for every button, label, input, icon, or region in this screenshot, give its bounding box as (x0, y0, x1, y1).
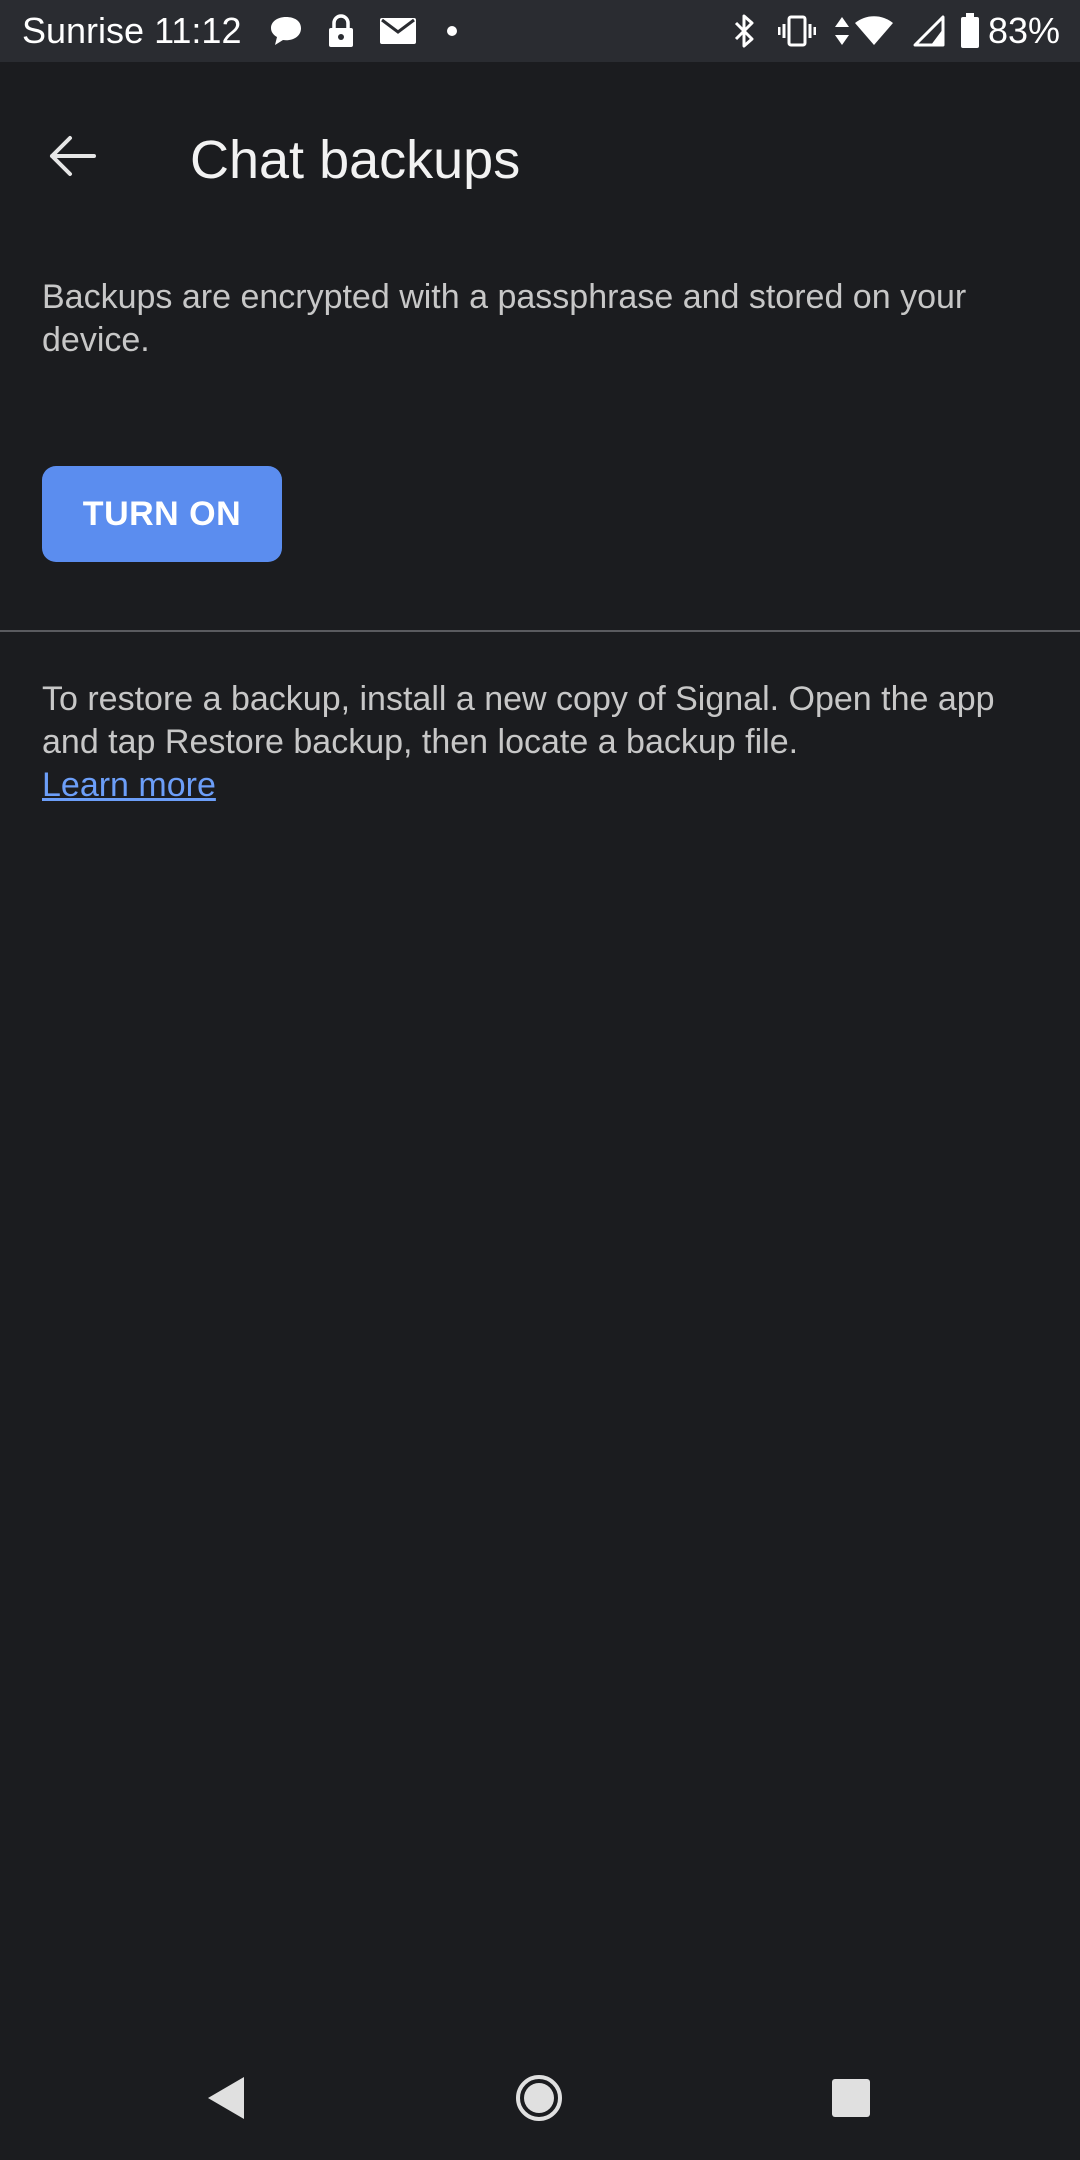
navigation-bar (0, 2040, 1080, 2160)
page-title: Chat backups (190, 130, 521, 190)
status-left: Sunrise 11:12 (22, 0, 458, 62)
status-bar: Sunrise 11:12 83% (0, 0, 1080, 62)
arrow-left-icon (48, 135, 96, 182)
chat-bubble-icon (269, 0, 303, 62)
turn-on-button[interactable]: TURN ON (42, 466, 282, 562)
battery-level: 83% (987, 10, 1060, 51)
status-right: 83% (732, 0, 1060, 62)
battery-icon (960, 0, 980, 62)
vibrate-icon (777, 0, 816, 62)
carrier-name: Sunrise (22, 10, 145, 51)
nav-back-button[interactable] (166, 2040, 286, 2160)
nav-home-button[interactable] (479, 2040, 599, 2160)
clock: 11:12 (154, 10, 242, 51)
nav-recents-button[interactable] (791, 2040, 911, 2160)
recents-square-icon (831, 2078, 871, 2123)
back-triangle-icon (206, 2075, 246, 2126)
mail-icon (379, 0, 417, 62)
restore-info: To restore a backup, install a new copy … (42, 678, 1052, 807)
divider (0, 630, 1080, 632)
data-arrows-icon (834, 0, 850, 62)
restore-text: To restore a backup, install a new copy … (42, 680, 995, 761)
cell-signal-icon (912, 0, 946, 62)
lock-icon (327, 0, 355, 62)
back-button[interactable] (30, 116, 114, 200)
bluetooth-icon (732, 0, 756, 62)
app-bar: Chat backups (0, 62, 1080, 238)
learn-more-link[interactable]: Learn more (42, 766, 216, 804)
wifi-icon (854, 0, 894, 62)
backup-description: Backups are encrypted with a passphrase … (42, 278, 967, 359)
home-circle-icon (514, 2073, 564, 2128)
dot-icon (447, 0, 458, 62)
